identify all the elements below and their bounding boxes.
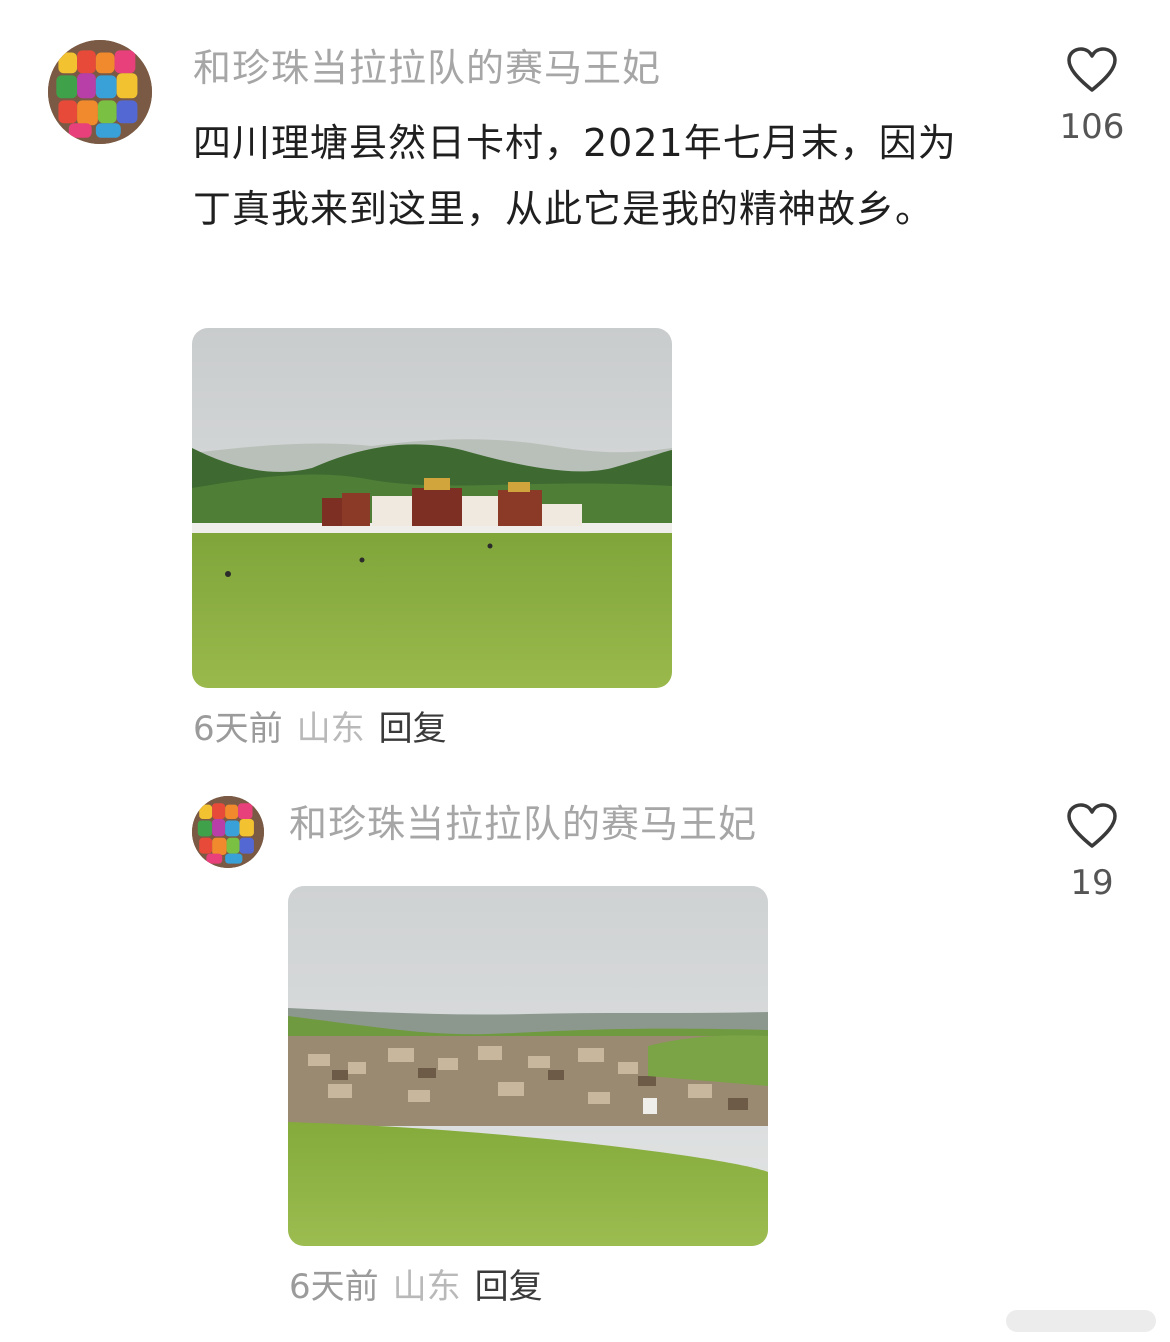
avatar[interactable] [48,40,152,144]
comment-reply-button[interactable]: 回复 [379,709,447,749]
reply-time: 6天前 [289,1267,379,1307]
reply-location: 山东 [392,1267,461,1307]
reply-like-count: 19 [1070,863,1114,903]
comment-like-button[interactable]: 106 [1032,46,1152,144]
heart-outline-icon [1067,803,1117,848]
watermark [1006,1310,1156,1332]
reply-meta: 6天前 山东 回复 [289,1270,543,1304]
reply-avatar[interactable] [192,796,264,868]
comment-time: 6天前 [193,709,283,749]
reply-reply-button[interactable]: 回复 [475,1267,543,1307]
heart-outline-icon [1067,47,1117,92]
reply-like-button[interactable]: 19 [1032,802,1152,900]
reply-photo[interactable] [288,886,768,1246]
avatar-image [192,796,264,868]
reply-username[interactable]: 和珍珠当拉拉队的赛马王妃 [289,805,757,843]
avatar-image [48,40,152,144]
comment-like-count: 106 [1059,107,1125,147]
comment-text: 四川理塘县然日卡村，2021年七月末，因为丁真我来到这里，从此它是我的精神故乡。 [193,121,957,231]
comment-photo[interactable] [192,328,672,688]
comment-location: 山东 [296,709,365,749]
village-landscape-image [288,886,768,1246]
comment-meta: 6天前 山东 回复 [193,712,447,746]
monastery-landscape-image [192,328,672,688]
comment-username[interactable]: 和珍珠当拉拉队的赛马王妃 [193,49,661,87]
